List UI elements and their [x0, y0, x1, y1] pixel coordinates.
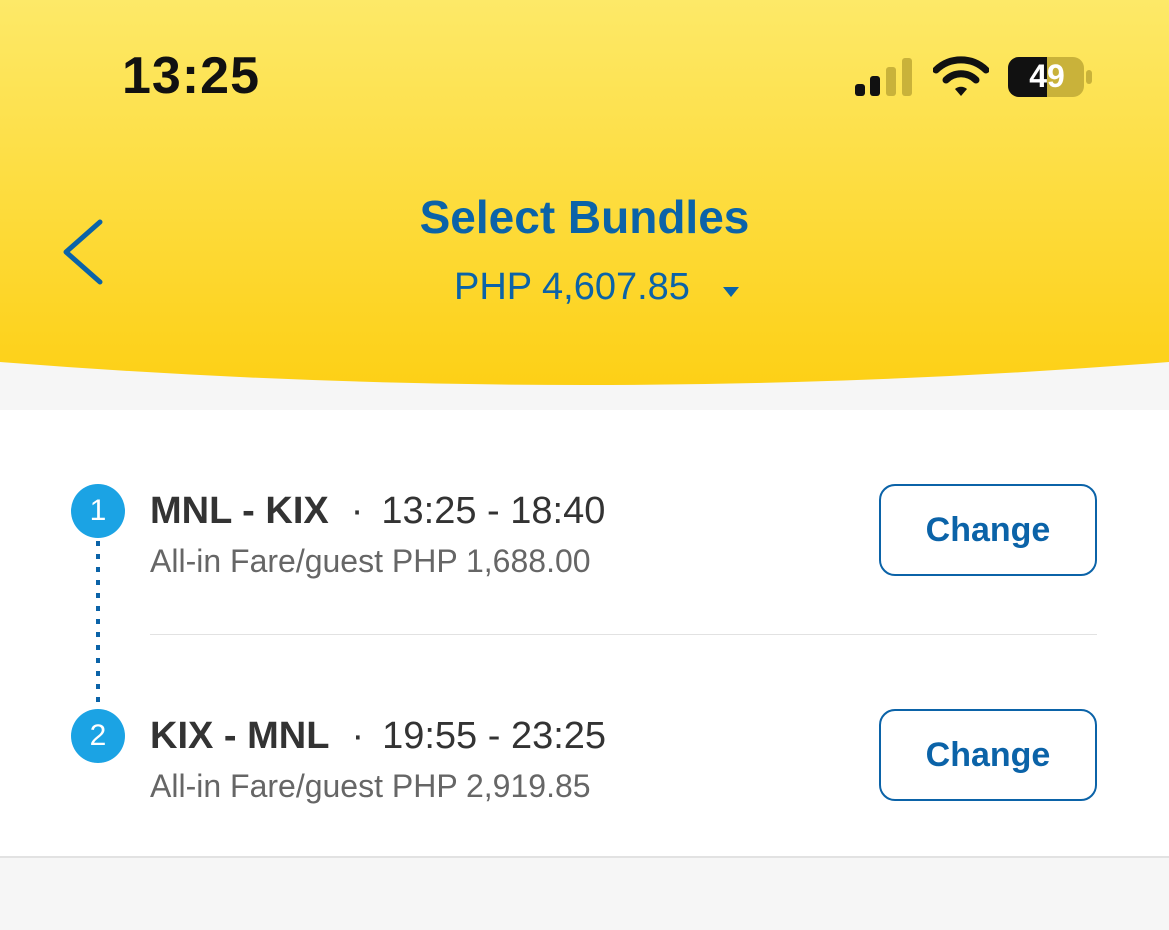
- separator-dot: ·: [350, 490, 364, 532]
- total-price[interactable]: PHP 4,607.85: [454, 266, 690, 309]
- step-connector: [96, 541, 100, 703]
- divider: [150, 634, 1097, 635]
- route-code: KIX - MNL: [150, 715, 330, 757]
- route-code: MNL - KIX: [150, 490, 329, 532]
- status-time: 13:25: [122, 47, 260, 105]
- wifi-icon: [933, 56, 989, 96]
- change-button-1[interactable]: Change: [879, 484, 1097, 576]
- battery-level: 49: [1029, 58, 1065, 94]
- step-badge-1: 1: [71, 484, 125, 538]
- flight-route-1: MNL - KIX · 13:25 - 18:40: [150, 490, 605, 533]
- cellular-signal-icon: [855, 58, 912, 96]
- separator-dot: ·: [351, 715, 365, 757]
- flight-times: 13:25 - 18:40: [381, 490, 606, 532]
- page-title: Select Bundles: [419, 191, 750, 243]
- flight-times: 19:55 - 23:25: [382, 715, 607, 757]
- header: 13:25 49 Select Bundles PHP 4,607.85: [0, 0, 1169, 410]
- step-badge-2: 2: [71, 709, 125, 763]
- fare-text-2: All-in Fare/guest PHP 2,919.85: [150, 768, 591, 804]
- change-button-2[interactable]: Change: [879, 709, 1097, 801]
- caret-down-icon[interactable]: [722, 285, 740, 299]
- flight-route-2: KIX - MNL · 19:55 - 23:25: [150, 715, 606, 758]
- fare-text-1: All-in Fare/guest PHP 1,688.00: [150, 543, 591, 579]
